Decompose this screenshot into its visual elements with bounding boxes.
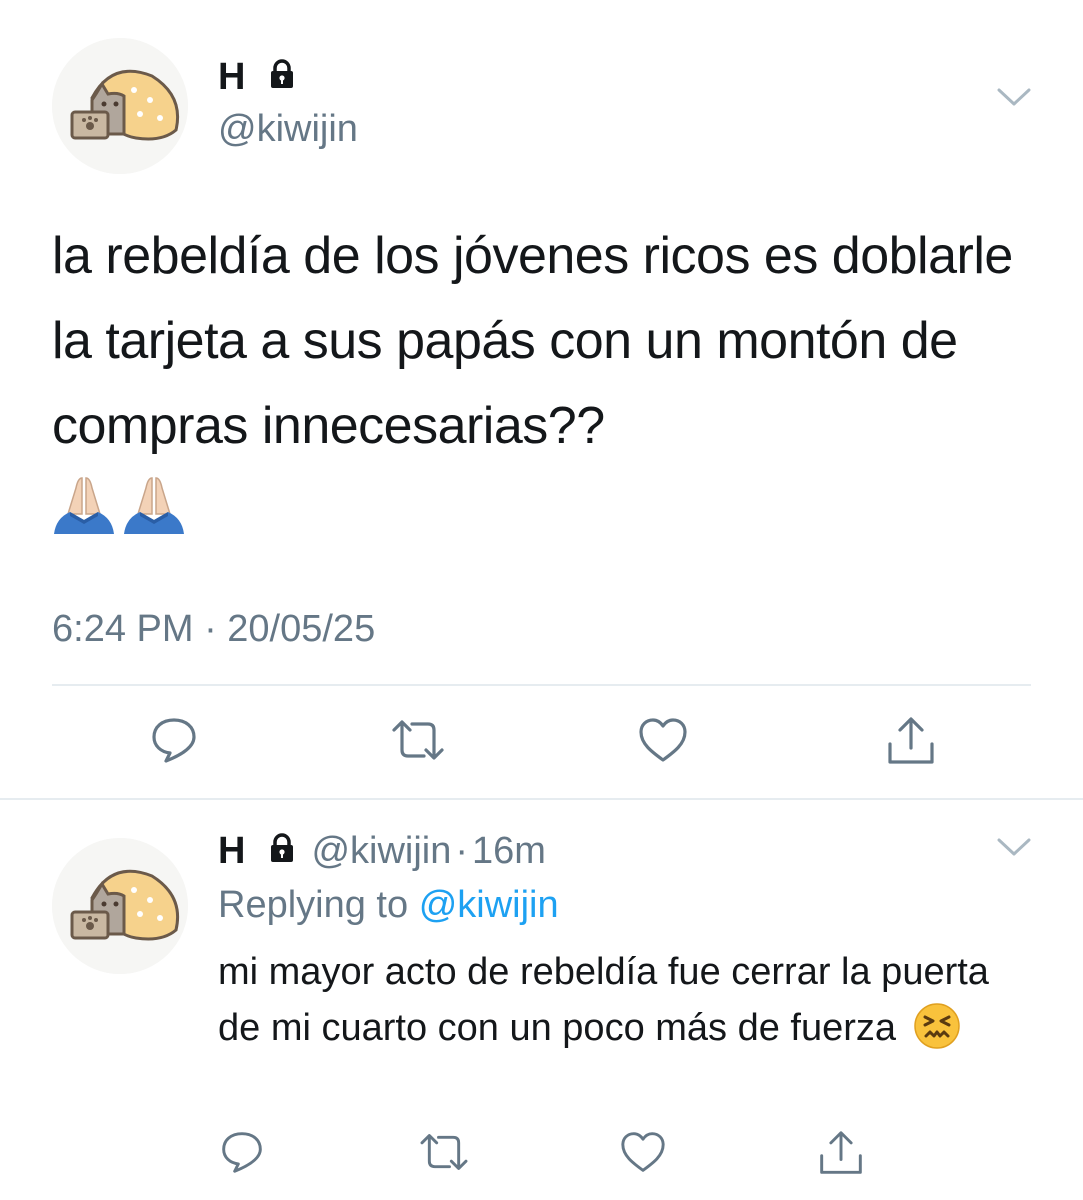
lock-icon (267, 52, 297, 102)
divider (0, 798, 1083, 800)
reply-icon[interactable] (220, 1130, 264, 1174)
cat-avatar-icon (52, 838, 188, 974)
praying-hands-icon (52, 474, 116, 541)
reply-text-body: mi mayor acto de rebeldía fue cerrar la … (218, 951, 989, 1049)
replying-to: Replying to @kiwijin (218, 880, 559, 930)
lock-icon (267, 826, 297, 876)
replying-prefix: Replying to (218, 884, 409, 926)
mention-link[interactable]: @kiwijin (419, 884, 559, 926)
cat-avatar-icon (52, 38, 188, 174)
praying-hands-icon (122, 474, 186, 541)
tweet-time-ago[interactable]: 16m (472, 826, 546, 876)
tweet-timestamp[interactable]: 6:24 PM · 20/05/25 (52, 604, 375, 654)
emoji-row (52, 474, 186, 541)
retweet-icon[interactable] (390, 716, 446, 764)
chevron-down-icon[interactable] (996, 836, 1032, 863)
user-handle[interactable]: @kiwijin (311, 826, 451, 876)
confounded-face-icon (913, 1002, 961, 1066)
reply-icon[interactable] (150, 716, 198, 764)
avatar[interactable] (52, 838, 188, 974)
heart-icon[interactable] (620, 1130, 666, 1174)
share-icon[interactable] (818, 1130, 864, 1176)
retweet-icon[interactable] (418, 1130, 470, 1174)
display-name-text[interactable]: H (218, 826, 245, 876)
display-name-text[interactable]: H (218, 52, 245, 102)
separator-dot: · (455, 830, 469, 872)
display-name[interactable]: H (218, 52, 297, 102)
tweet-text: la rebeldía de los jóvenes ricos es dobl… (52, 227, 1027, 455)
divider (52, 684, 1031, 686)
chevron-down-icon[interactable] (996, 86, 1032, 113)
tweet-text: mi mayor acto de rebeldía fue cerrar la … (218, 944, 1038, 1066)
reply-header: H @kiwijin · 16m (218, 826, 546, 876)
share-icon[interactable] (886, 716, 936, 766)
user-handle[interactable]: @kiwijin (218, 104, 358, 154)
avatar[interactable] (52, 38, 188, 174)
heart-icon[interactable] (638, 716, 688, 764)
